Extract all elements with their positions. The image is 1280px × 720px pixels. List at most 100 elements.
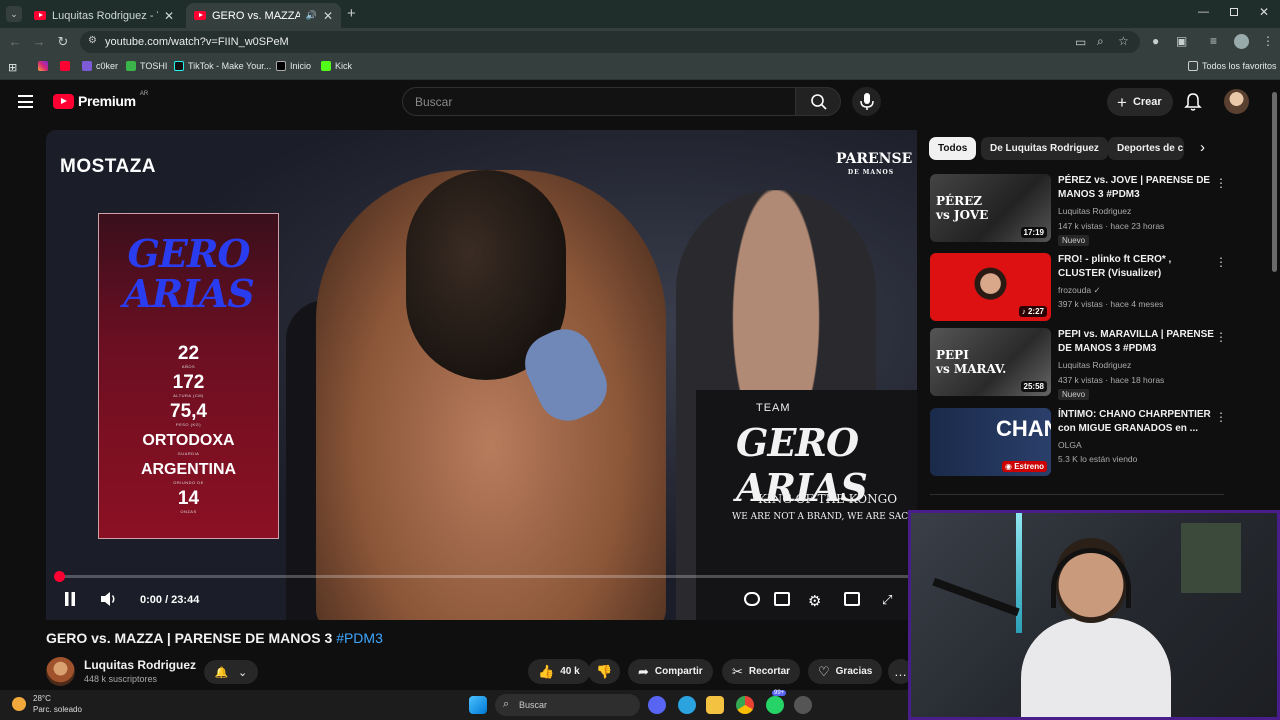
extension-icon[interactable]: ● [1152, 34, 1159, 48]
recommendation-channel[interactable]: OLGA [1058, 440, 1082, 450]
browser-tab-1[interactable]: Luquitas Rodriguez - YouTube ✕ [26, 3, 182, 28]
file-explorer-icon[interactable] [706, 696, 724, 714]
menu-icon[interactable]: ⋮ [1262, 34, 1274, 48]
progress-bar[interactable] [54, 571, 909, 582]
instagram-bookmark-icon[interactable] [38, 61, 48, 71]
youtube-bookmark-icon[interactable] [60, 61, 70, 71]
puzzle-icon[interactable]: ▣ [1176, 34, 1187, 48]
search-button[interactable] [795, 87, 841, 116]
site-info-icon[interactable]: ⚙ [88, 35, 97, 46]
subscription-bell-button[interactable]: 🔔 ⌄ [204, 660, 258, 684]
speaker-icon[interactable]: 🔊 [306, 10, 317, 21]
telegram-icon[interactable] [678, 696, 696, 714]
create-button[interactable]: + Crear [1107, 88, 1173, 116]
zoom-icon[interactable]: ⌕ [1097, 34, 1104, 49]
page-scrollbar[interactable] [1272, 92, 1277, 272]
more-horizontal-icon: … [894, 664, 907, 679]
minimize-icon[interactable]: — [1198, 6, 1209, 18]
time-display: 0:00 / 23:44 [140, 594, 200, 606]
close-window-icon[interactable]: ✕ [1259, 5, 1269, 19]
hamburger-menu-icon[interactable] [18, 95, 33, 108]
back-icon[interactable]: ← [6, 33, 24, 51]
tab-label: Luquitas Rodriguez - YouTube [52, 9, 158, 22]
chevron-right-icon[interactable]: › [1200, 139, 1205, 156]
video-thumbnail[interactable]: ♪ 2:27 [930, 253, 1051, 321]
chrome-icon[interactable] [736, 696, 754, 714]
like-button[interactable]: 👍 40 k [528, 659, 590, 684]
volume-icon[interactable] [100, 592, 118, 609]
share-button[interactable]: ➦ Compartir [628, 659, 713, 684]
miniplayer-icon[interactable] [844, 592, 860, 606]
restore-icon[interactable] [1230, 8, 1238, 16]
more-vertical-icon[interactable]: ⋮ [1215, 410, 1227, 424]
bookmark-toshi[interactable]: TOSHI [126, 61, 167, 71]
event-logo: PARENSE DE MANOS [836, 151, 913, 176]
subtitles-icon[interactable] [774, 592, 790, 606]
taskbar-search-input[interactable]: ⌕ Buscar [495, 694, 640, 716]
reload-icon[interactable]: ↻ [54, 33, 72, 51]
chip-channel[interactable]: De Luquitas Rodriguez [981, 137, 1108, 160]
cast-icon[interactable]: ▭ [1075, 35, 1086, 49]
recommendation-item[interactable]: ♪ 2:27 FRO! - plinko ft CERO* , CLUSTER … [930, 253, 1227, 323]
recommendation-item[interactable]: PEPI vs MARAV. 25:58 PEPI vs. MARAVILLA |… [930, 328, 1227, 400]
account-avatar[interactable] [1224, 89, 1249, 114]
scrubber-handle[interactable] [54, 571, 65, 582]
recommendation-item[interactable]: PÉREZ vs JOVE 17:19 PÉREZ vs. JOVE | PARE… [930, 174, 1227, 246]
autoplay-toggle-icon[interactable] [744, 592, 760, 606]
settings-app-icon[interactable] [794, 696, 812, 714]
whatsapp-icon[interactable] [766, 696, 784, 714]
more-vertical-icon[interactable]: ⋮ [1215, 176, 1227, 190]
fullscreen-icon[interactable]: ⤢ [882, 592, 892, 608]
bookmark-x[interactable]: Inicio [276, 61, 311, 71]
recommendation-title[interactable]: PEPI vs. MARAVILLA | PARENSE DE MANOS 3 … [1058, 328, 1218, 356]
close-tab-icon[interactable]: ✕ [164, 9, 174, 23]
youtube-favicon-icon [34, 11, 46, 20]
recommendation-item[interactable]: CHANO ◉ Estreno ÍNTIMO: CHANO CHARPENTIE… [930, 408, 1227, 478]
search-input[interactable]: Buscar [402, 87, 796, 116]
clip-button[interactable]: ✂ Recortar [722, 659, 801, 684]
recommendation-title[interactable]: PÉREZ vs. JOVE | PARENSE DE MANOS 3 #PDM… [1058, 174, 1218, 202]
hashtag-link[interactable]: #PDM3 [336, 630, 383, 646]
video-thumbnail[interactable]: PÉREZ vs JOVE 17:19 [930, 174, 1051, 242]
channel-name[interactable]: Luquitas Rodriguez [84, 658, 196, 672]
discord-icon[interactable] [648, 696, 666, 714]
apps-icon[interactable]: ⊞ [8, 61, 17, 74]
thanks-button[interactable]: ♡ Gracias [808, 659, 883, 684]
all-bookmarks[interactable]: Todos los favoritos [1188, 61, 1277, 71]
recommendation-channel[interactable]: frozouda ✓ [1058, 285, 1101, 296]
forward-icon[interactable]: → [30, 33, 48, 51]
browser-tab-2[interactable]: GERO vs. MAZZA | PARENSE 🔊 ✕ [186, 3, 341, 28]
recommendation-title[interactable]: FRO! - plinko ft CERO* , CLUSTER (Visual… [1058, 253, 1218, 281]
close-tab-icon[interactable]: ✕ [323, 9, 333, 23]
more-vertical-icon[interactable]: ⋮ [1215, 255, 1227, 269]
thumbs-up-icon: 👍 [538, 663, 555, 679]
recommendation-channel[interactable]: Luquitas Rodriguez [1058, 206, 1131, 216]
voice-search-button[interactable] [852, 87, 881, 116]
video-player[interactable]: TEAM GERO ARIAS KING OF THE KONGO WE ARE… [46, 130, 917, 620]
bookmark-star-icon[interactable]: ☆ [1118, 34, 1129, 48]
bookmark-kick[interactable]: Kick [321, 61, 352, 71]
settings-gear-icon[interactable]: ⚙ [808, 592, 821, 610]
bookmark-c0ker[interactable]: c0ker [82, 61, 118, 71]
windows-start-icon[interactable] [469, 696, 487, 714]
tab-list-icon[interactable]: ⌄ [6, 6, 22, 22]
reading-list-icon[interactable]: ≡ [1210, 34, 1217, 48]
bookmark-tiktok[interactable]: TikTok - Make Your... [174, 61, 271, 71]
new-tab-icon[interactable]: + [347, 5, 356, 22]
profile-icon[interactable] [1234, 34, 1249, 49]
pause-icon[interactable] [64, 592, 76, 609]
more-vertical-icon[interactable]: ⋮ [1215, 330, 1227, 344]
recommendation-meta: 147 k vistas · hace 23 horas [1058, 221, 1165, 231]
dislike-button[interactable]: 👎 [588, 659, 621, 684]
chip-all[interactable]: Todos [929, 137, 977, 160]
address-bar[interactable]: ⚙ youtube.com/watch?v=FIIN_w0SPeM ▭ ⌕ ☆ [80, 31, 1140, 53]
youtube-premium-logo[interactable]: Premium AR [53, 91, 148, 109]
channel-avatar[interactable] [46, 657, 75, 686]
video-thumbnail[interactable]: PEPI vs MARAV. 25:58 [930, 328, 1051, 396]
broadcast-brand: MOSTAZA [60, 156, 157, 177]
chip-sports[interactable]: Deportes de c [1108, 137, 1184, 160]
video-thumbnail[interactable]: CHANO ◉ Estreno [930, 408, 1051, 476]
recommendation-title[interactable]: ÍNTIMO: CHANO CHARPENTIER con MIGUE GRAN… [1058, 408, 1218, 436]
recommendation-channel[interactable]: Luquitas Rodriguez [1058, 360, 1131, 370]
notifications-bell-icon[interactable] [1184, 92, 1202, 112]
